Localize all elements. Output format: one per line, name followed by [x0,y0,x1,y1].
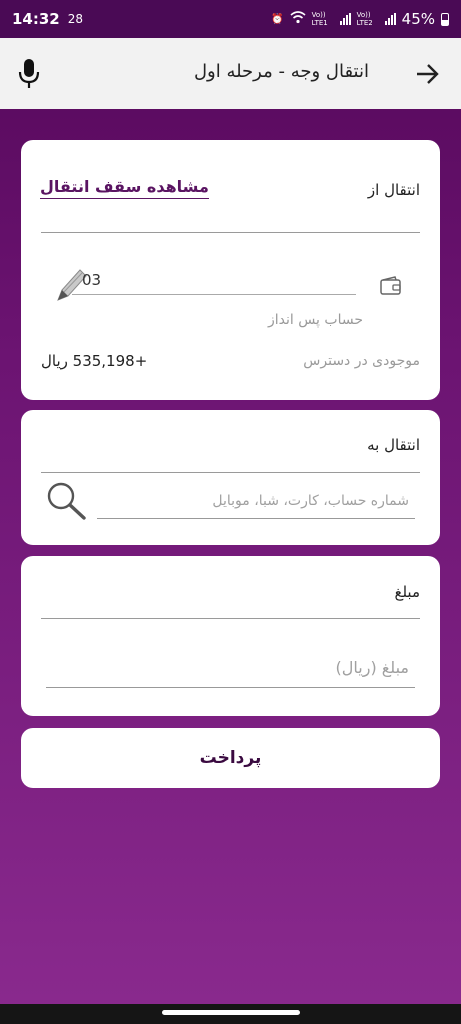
status-time: 14:32 [12,10,60,28]
wifi-icon [290,11,306,27]
network-label-2: Vo)) LTE2 [356,11,373,27]
network-label-1: Vo)) LTE1 [311,11,328,27]
pay-button[interactable]: پرداخت [21,728,440,788]
transfer-from-label: انتقال از [367,181,420,199]
account-type-label: حساب پس انداز [267,312,363,328]
search-icon[interactable] [46,481,88,521]
amount-input[interactable] [46,648,415,688]
to-divider [41,472,420,473]
available-balance-label: موجودی در دسترس [303,353,420,369]
app-toolbar: انتقال وجه - مرحله اول [0,38,461,109]
transfer-to-label: انتقال به [367,436,420,454]
microphone-icon[interactable] [18,58,40,90]
amount-card [21,556,440,716]
transfer-to-card [21,410,440,545]
source-account-field[interactable] [72,265,356,295]
destination-search-input[interactable] [97,483,415,519]
signal-icon-2 [384,13,396,25]
amount-label: مبلغ [394,583,420,601]
battery-percent: 45% [401,10,435,28]
alarm-icon: ⏰ [271,13,284,25]
status-bar: 14:32 28 ⏰ Vo)) LTE1 Vo)) LTE2 45% [0,0,461,38]
wallet-icon[interactable] [379,276,403,296]
status-icons: ⏰ Vo)) LTE1 Vo)) LTE2 45% [271,10,449,28]
back-arrow-icon[interactable] [413,60,441,88]
battery-icon [441,12,449,26]
from-divider [41,232,420,233]
page-title: انتقال وجه - مرحله اول [193,61,369,82]
amount-divider [41,618,420,619]
view-transfer-limit-link[interactable]: مشاهده سقف انتقال [40,177,209,199]
home-gesture-handle[interactable] [162,1010,300,1015]
status-temperature: 28 [67,12,84,26]
available-balance-value: +535,198 ریال [41,352,148,370]
signal-icon [339,13,351,25]
